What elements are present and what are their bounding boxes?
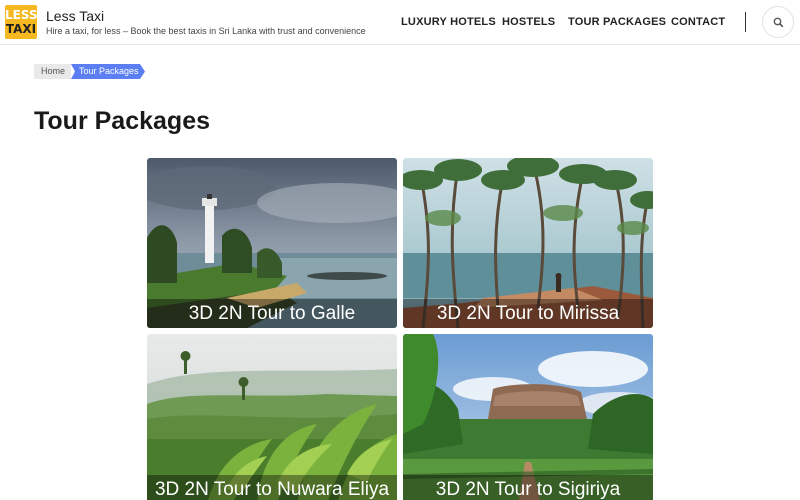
package-card-sigiriya[interactable]: 3D 2N Tour to Sigiriya <box>403 334 653 500</box>
package-card-mirissa[interactable]: 3D 2N Tour to Mirissa <box>403 158 653 328</box>
package-card-galle[interactable]: 3D 2N Tour to Galle <box>147 158 397 328</box>
site-title[interactable]: Less Taxi <box>46 8 104 24</box>
breadcrumb-home[interactable]: Home <box>34 64 72 79</box>
nav-hostels[interactable]: HOSTELS <box>502 16 555 28</box>
breadcrumb-current: Tour Packages <box>71 64 145 79</box>
site-tagline: Hire a taxi, for less – Book the best ta… <box>46 26 366 36</box>
nav-tour-packages[interactable]: TOUR PACKAGES <box>568 16 666 28</box>
search-button[interactable] <box>762 6 794 38</box>
nav-contact[interactable]: CONTACT <box>671 16 725 28</box>
page-title: Tour Packages <box>34 107 211 135</box>
nav-luxury-hotels[interactable]: LUXURY HOTELS <box>401 16 496 28</box>
package-title: 3D 2N Tour to Sigiriya <box>403 475 653 500</box>
site-header: LESS TAXI Less Taxi Hire a taxi, for les… <box>0 0 800 45</box>
breadcrumb-current-label: Tour Packages <box>79 66 139 76</box>
logo-text-top: LESS <box>5 8 38 22</box>
logo-text-bottom: TAXI <box>5 22 37 36</box>
package-card-nuwara-eliya[interactable]: 3D 2N Tour to Nuwara Eliya <box>147 334 397 500</box>
search-icon <box>773 17 784 28</box>
package-title: 3D 2N Tour to Mirissa <box>403 299 653 328</box>
nav-divider <box>745 12 746 32</box>
package-title: 3D 2N Tour to Nuwara Eliya <box>147 475 397 500</box>
package-title: 3D 2N Tour to Galle <box>147 299 397 328</box>
site-logo[interactable]: LESS TAXI <box>5 5 38 39</box>
